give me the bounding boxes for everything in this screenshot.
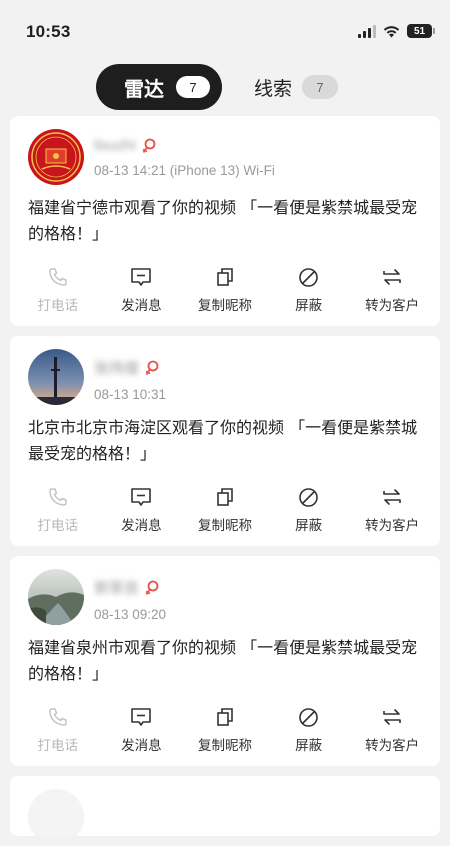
status-icons: 51: [358, 24, 435, 38]
visitor-card: lisuzhi 08-13 14:21 (iPhone 13) Wi-Fi 福建…: [10, 116, 440, 326]
send-message-button[interactable]: 发消息: [100, 706, 184, 754]
tab-leads-label: 线索: [254, 77, 293, 100]
convert-customer-button[interactable]: 转为客户: [350, 706, 434, 754]
block-label: 屏蔽: [295, 738, 323, 754]
block-icon: [299, 267, 318, 287]
female-icon: [145, 580, 159, 595]
visit-meta: 08-13 14:21 (iPhone 13) Wi-Fi: [94, 163, 275, 178]
visitor-nickname: lisuzhi: [94, 137, 136, 154]
copy-nickname-label: 复制昵称: [197, 738, 252, 754]
swap-icon: [383, 709, 401, 725]
card-actions: 打电话 发消息 复制昵称 屏蔽 转为客户: [10, 266, 440, 314]
swap-icon: [383, 269, 401, 285]
battery-level: 51: [413, 25, 426, 37]
phone-icon: [49, 488, 67, 506]
call-label: 打电话: [37, 738, 79, 754]
battery-icon: 51: [407, 24, 435, 38]
visitor-card: 张炜煌 08-13 10:31 北京市北京市海淀区观看了你的视频 「一看便是紫禁…: [10, 336, 440, 546]
visit-message: 北京市北京市海淀区观看了你的视频 「一看便是紫禁城最受宠的格格！」: [28, 418, 418, 463]
convert-customer-button[interactable]: 转为客户: [350, 266, 434, 314]
visitor-nickname: 张炜煌: [94, 360, 140, 377]
send-message-label: 发消息: [121, 518, 162, 534]
send-message-button[interactable]: 发消息: [100, 266, 184, 314]
call-label: 打电话: [37, 518, 79, 534]
convert-customer-label: 转为客户: [365, 518, 420, 534]
card-actions: 打电话 发消息 复制昵称 屏蔽 转为客户: [10, 706, 440, 754]
block-label: 屏蔽: [295, 518, 323, 534]
send-message-label: 发消息: [121, 298, 162, 314]
call-button[interactable]: 打电话: [16, 706, 100, 754]
visitor-list: lisuzhi 08-13 14:21 (iPhone 13) Wi-Fi 福建…: [10, 116, 440, 846]
block-button[interactable]: 屏蔽: [267, 706, 351, 754]
send-message-button[interactable]: 发消息: [100, 486, 184, 534]
copy-icon: [217, 268, 233, 286]
convert-customer-label: 转为客户: [365, 738, 420, 754]
block-label: 屏蔽: [295, 298, 323, 314]
visitor-nickname: 郭荣良: [94, 580, 140, 597]
landscape-avatar[interactable]: [28, 569, 84, 625]
visit-message: 福建省宁德市观看了你的视频 「一看便是紫禁城最受宠的格格！」: [28, 198, 418, 243]
status-bar: 10:53 51: [0, 0, 450, 58]
visit-message: 福建省泉州市观看了你的视频 「一看便是紫禁城最受宠的格格！」: [28, 638, 418, 683]
copy-nickname-label: 复制昵称: [197, 298, 252, 314]
visit-meta: 08-13 10:31: [94, 387, 167, 402]
visit-meta: 08-13 09:20: [94, 607, 167, 622]
copy-nickname-button[interactable]: 复制昵称: [183, 486, 267, 534]
tab-bar: 雷达 7 线索 7: [0, 58, 450, 116]
tab-leads[interactable]: 线索 7: [254, 74, 339, 101]
message-icon: [131, 488, 152, 506]
signal-icon: [358, 24, 376, 38]
copy-icon: [217, 708, 233, 726]
convert-customer-label: 转为客户: [365, 298, 420, 314]
card-actions: 打电话 发消息 复制昵称 屏蔽 转为客户: [10, 486, 440, 534]
tab-radar[interactable]: 雷达 7: [96, 64, 222, 110]
visitor-card-partial: [10, 776, 440, 836]
send-message-label: 发消息: [121, 738, 162, 754]
visitor-card: 郭荣良 08-13 09:20 福建省泉州市观看了你的视频 「一看便是紫禁城最受…: [10, 556, 440, 766]
sunset-tower-avatar[interactable]: [28, 349, 84, 405]
female-icon: [142, 138, 156, 153]
call-button[interactable]: 打电话: [16, 486, 100, 534]
message-icon: [131, 268, 152, 286]
tab-radar-label: 雷达: [124, 76, 164, 101]
block-button[interactable]: 屏蔽: [267, 266, 351, 314]
red-seal-avatar[interactable]: [28, 129, 84, 185]
wifi-icon: [383, 25, 400, 37]
copy-nickname-label: 复制昵称: [197, 518, 252, 534]
tab-radar-count: 7: [176, 76, 210, 98]
phone-icon: [49, 268, 67, 286]
copy-nickname-button[interactable]: 复制昵称: [183, 266, 267, 314]
convert-customer-button[interactable]: 转为客户: [350, 486, 434, 534]
message-icon: [131, 708, 152, 726]
block-icon: [299, 707, 318, 727]
call-button[interactable]: 打电话: [16, 266, 100, 314]
copy-nickname-button[interactable]: 复制昵称: [183, 706, 267, 754]
swap-icon: [383, 489, 401, 505]
female-icon: [145, 360, 159, 375]
status-time: 10:53: [26, 22, 71, 41]
block-icon: [299, 487, 318, 507]
block-button[interactable]: 屏蔽: [267, 486, 351, 534]
copy-icon: [217, 488, 233, 506]
tab-leads-count: 7: [302, 75, 339, 99]
partial-avatar[interactable]: [28, 789, 84, 836]
phone-icon: [49, 708, 67, 726]
call-label: 打电话: [37, 298, 79, 314]
